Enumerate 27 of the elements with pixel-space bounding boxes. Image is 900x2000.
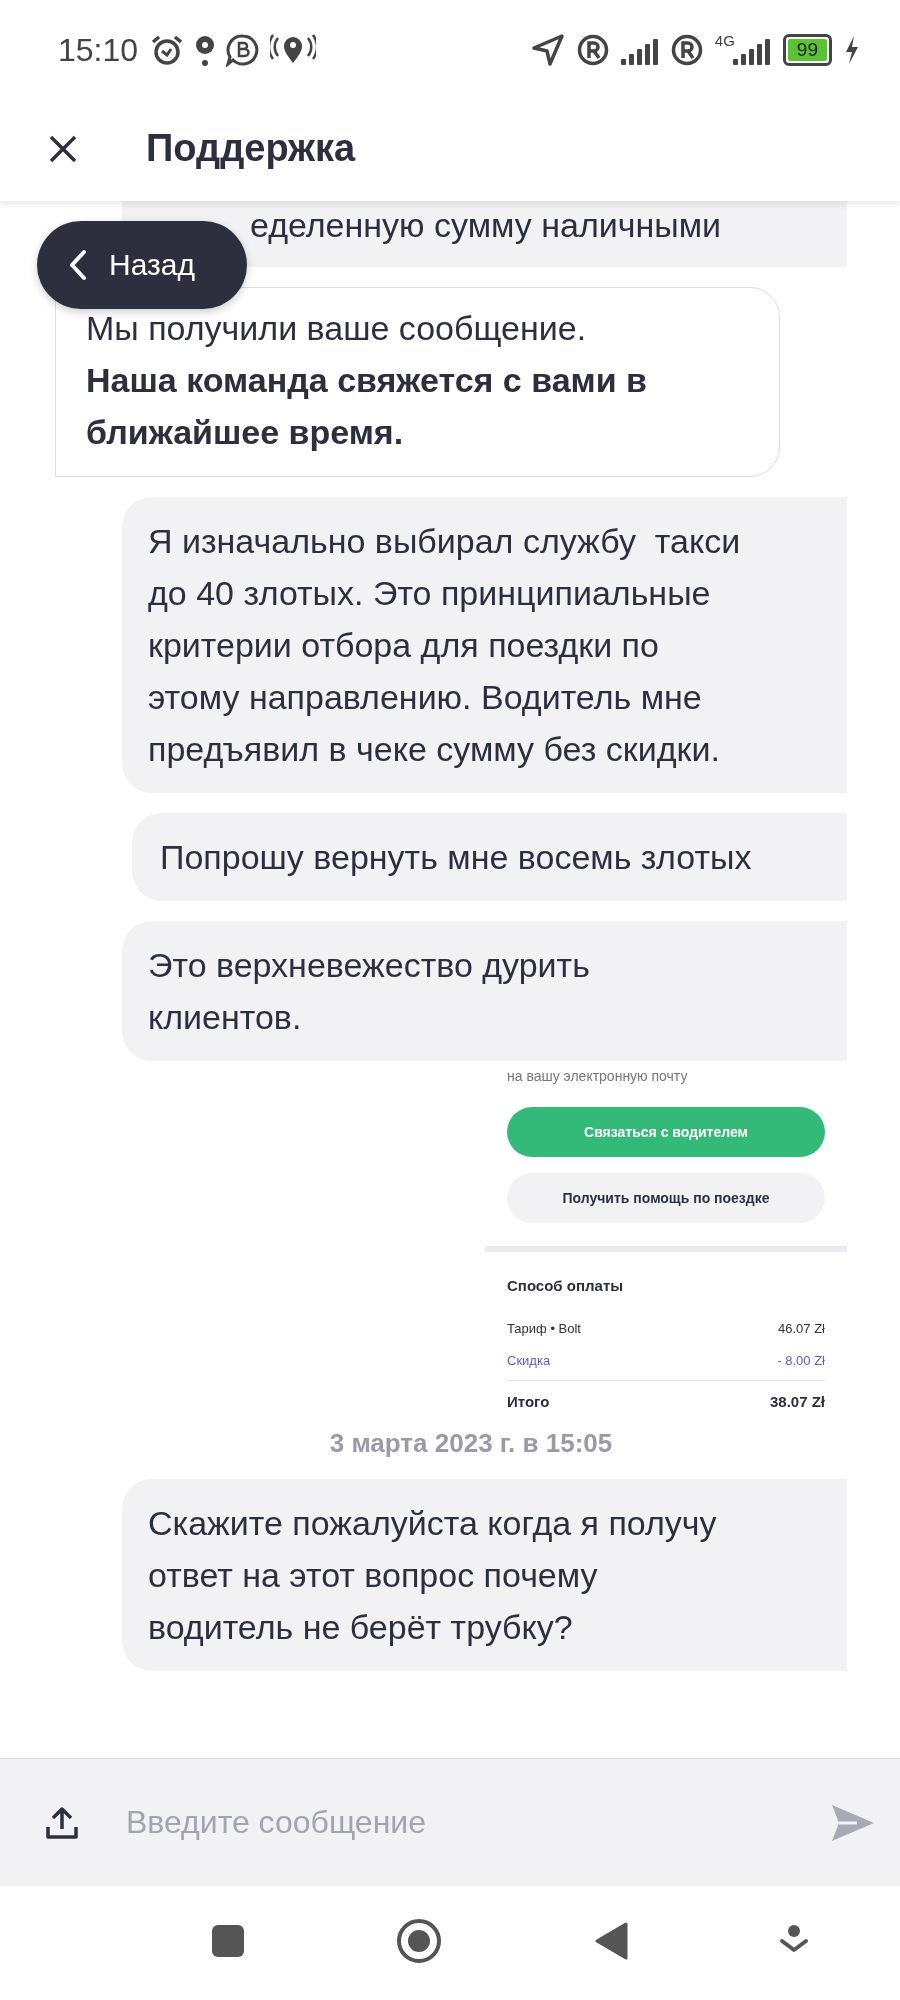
navigation-arrow-icon <box>530 33 565 67</box>
battery-percent: 99 <box>787 39 827 61</box>
row-value: 38.07 Zł <box>769 1393 825 1410</box>
screen-title: Поддержка <box>146 127 356 170</box>
chat-bubble-icon <box>226 33 261 67</box>
alarm-clock-icon <box>150 33 185 67</box>
row-value: - 8.00 Zł <box>777 1353 825 1368</box>
chevron-left-icon <box>67 248 89 282</box>
section-title: Способ оплаты <box>507 1277 625 1294</box>
row-label: Тариф • Bolt <box>507 1321 581 1336</box>
row-value: 46.07 Zł <box>778 1321 825 1336</box>
row-label: Итого <box>507 1393 550 1410</box>
network-type-label: 4G <box>714 33 735 48</box>
shot-text: на вашу электронную почту <box>507 1071 689 1085</box>
registered-icon <box>576 34 609 66</box>
message-bubble: Попрошу вернуть мне восемь злотых <box>132 813 847 901</box>
message-timestamp: 3 марта 2023 г. в 15:05 <box>329 1428 613 1459</box>
registered-icon <box>670 34 703 66</box>
charging-bolt-icon <box>844 35 860 65</box>
message-bubble: Я изначально выбирал службу такси до 40 злотых. Это принципиальные критерии отбора для поездки по этому направлению. Водитель мне предъявил в чеке сумму без скидки. <box>122 497 847 793</box>
message-bubble: Это верхневежество дурить клиентов. <box>122 921 847 1061</box>
pin-icon <box>194 33 217 67</box>
message-field[interactable]: Введите сообщение <box>126 1804 784 1841</box>
message-bubble: Скажите пожалуйста когда я получу ответ на этот вопрос почему водитель не берёт трубку? <box>122 1479 847 1671</box>
message-bubble: Мы получили ваше сообщение. Наша команда свяжется с вами в ближайшее время. <box>55 287 780 477</box>
row-label: Скидка <box>507 1353 551 1368</box>
clock-time: 15:10 <box>58 31 139 69</box>
